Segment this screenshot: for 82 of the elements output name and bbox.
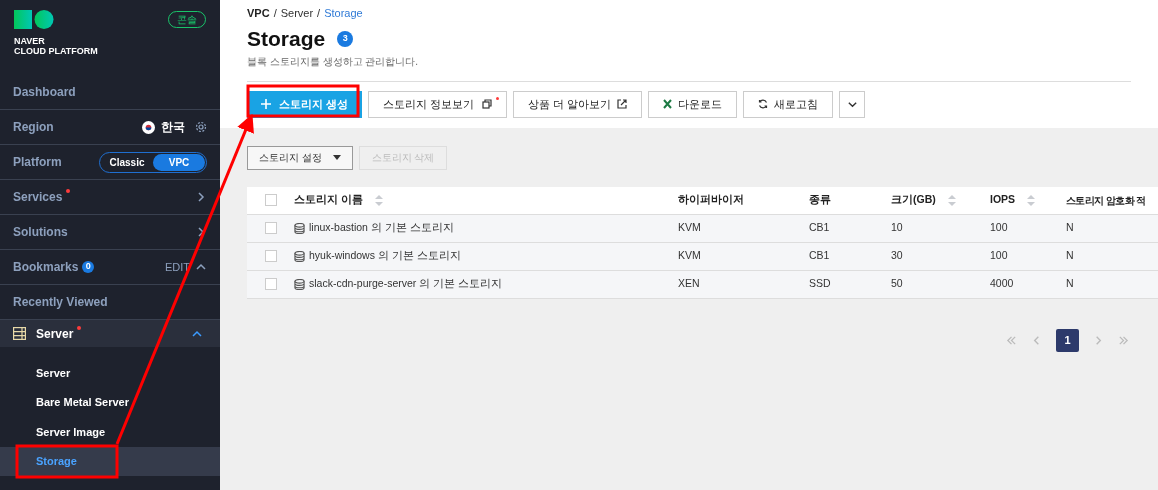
chevron-left-icon xyxy=(1031,334,1042,346)
table-cell-text: KVM xyxy=(678,248,702,264)
column-header: 하이퍼바이저 xyxy=(678,192,745,208)
breadcrumb-link[interactable]: VPC xyxy=(247,5,270,22)
table-cell-text: 50 xyxy=(891,276,904,292)
page-button[interactable]: 1 xyxy=(1056,328,1079,352)
table-cell-text: KVM xyxy=(678,220,702,236)
platform-option[interactable]: VPC xyxy=(153,153,205,171)
menu-group-label[interactable]: Server xyxy=(36,324,74,343)
column-header: 스토리지 암호화 적 xyxy=(1066,193,1147,208)
more-button[interactable] xyxy=(839,90,866,118)
table-cell-text: N xyxy=(1066,248,1075,264)
sort-icon[interactable] xyxy=(374,194,383,206)
column-header[interactable]: 스토리지 이름 xyxy=(294,192,678,208)
table-cell-text: 10 xyxy=(891,220,904,236)
row-checkbox[interactable] xyxy=(265,250,277,262)
settings-icon[interactable] xyxy=(195,121,207,133)
database-icon xyxy=(294,278,305,290)
menu-group-row[interactable]: Server xyxy=(0,320,220,347)
chevron-right-icon xyxy=(1093,334,1104,346)
chevron-right-icon xyxy=(195,191,207,203)
sort-icon[interactable] xyxy=(1027,194,1036,206)
column-header: 종류 xyxy=(809,192,832,208)
sidebar-link[interactable]: Recently Viewed xyxy=(13,293,108,311)
excel-icon xyxy=(663,99,673,109)
page-title: Storage xyxy=(247,25,326,52)
server-icon xyxy=(13,327,26,340)
submenu-item[interactable]: Storage xyxy=(0,446,220,476)
page-description: 블록 스토리지를 생성하고 관리합니다. xyxy=(247,54,420,69)
table-cell: hyuk-windows 의 기본 스토리지 xyxy=(309,248,461,264)
first-page-icon[interactable] xyxy=(1006,334,1017,346)
submenu-item[interactable]: Bare Metal Server xyxy=(0,387,220,417)
sort-icon[interactable] xyxy=(947,194,956,206)
toolbar-button[interactable]: 다운로드 xyxy=(648,90,738,118)
table-cell-text: N xyxy=(1066,276,1075,292)
column-header[interactable]: 크기(GB) xyxy=(891,192,990,208)
sidebar-label: Platform xyxy=(13,154,62,171)
breadcrumb-link[interactable]: Server xyxy=(280,5,314,22)
submenu-item[interactable]: Server xyxy=(0,358,220,388)
table-cell-text: CB1 xyxy=(809,220,831,236)
table-cell-text: 100 xyxy=(990,248,1009,264)
caret-icon xyxy=(333,155,341,160)
breadcrumb-separator: / xyxy=(273,6,277,21)
sidebar-link[interactable]: Services xyxy=(13,188,63,206)
sidebar-link[interactable]: Solutions xyxy=(13,223,68,241)
breadcrumb-link[interactable]: Storage xyxy=(324,5,363,22)
row-checkbox[interactable] xyxy=(265,278,277,290)
submenu-item[interactable]: Server Image xyxy=(0,417,220,447)
logo-text: NAVER CLOUD PLATFORM xyxy=(14,36,98,56)
table-cell: linux-bastion 의 기본 스토리지 xyxy=(309,220,454,236)
table-cell-text: N xyxy=(1066,220,1075,236)
breadcrumb-separator: / xyxy=(317,6,321,21)
flag-icon xyxy=(142,120,155,134)
count-badge: 3 xyxy=(337,30,354,47)
sidebar-label: Bookmarks xyxy=(13,259,79,276)
toolbar-button[interactable]: 새로고침 xyxy=(743,90,834,118)
sidebar-link[interactable]: Dashboard xyxy=(13,83,76,101)
count-badge: 0 xyxy=(82,261,95,273)
table-cell-text: 100 xyxy=(990,220,1009,236)
logo-icon xyxy=(14,10,54,30)
toolbar-button[interactable]: 스토리지 정보보기 xyxy=(368,90,508,118)
refresh-icon xyxy=(758,99,769,109)
table-cell-text: XEN xyxy=(678,276,701,292)
database-icon xyxy=(294,250,305,262)
toolbar-button[interactable]: 상품 더 알아보기 xyxy=(513,90,643,118)
plus-icon xyxy=(261,99,271,109)
platform-option[interactable]: Classic xyxy=(101,153,153,171)
column-header[interactable]: IOPS xyxy=(990,192,1066,208)
table-cell-text: 30 xyxy=(891,248,904,264)
row-checkbox[interactable] xyxy=(265,222,277,234)
action-button[interactable]: 스토리지 설정 xyxy=(247,145,353,170)
table-cell-text: CB1 xyxy=(809,248,831,264)
select-all-checkbox[interactable] xyxy=(265,194,277,206)
table-cell-text: 4000 xyxy=(990,276,1015,292)
external-link-icon xyxy=(617,99,628,109)
table-cell-text: SSD xyxy=(809,276,832,292)
region-value[interactable]: 한국 xyxy=(161,118,185,136)
last-page-icon[interactable] xyxy=(1118,334,1129,346)
database-icon xyxy=(294,222,305,234)
sidebar-label: Region xyxy=(13,119,54,136)
table-cell: slack-cdn-purge-server 의 기본 스토리지 xyxy=(309,276,503,292)
windows-icon xyxy=(482,99,493,109)
